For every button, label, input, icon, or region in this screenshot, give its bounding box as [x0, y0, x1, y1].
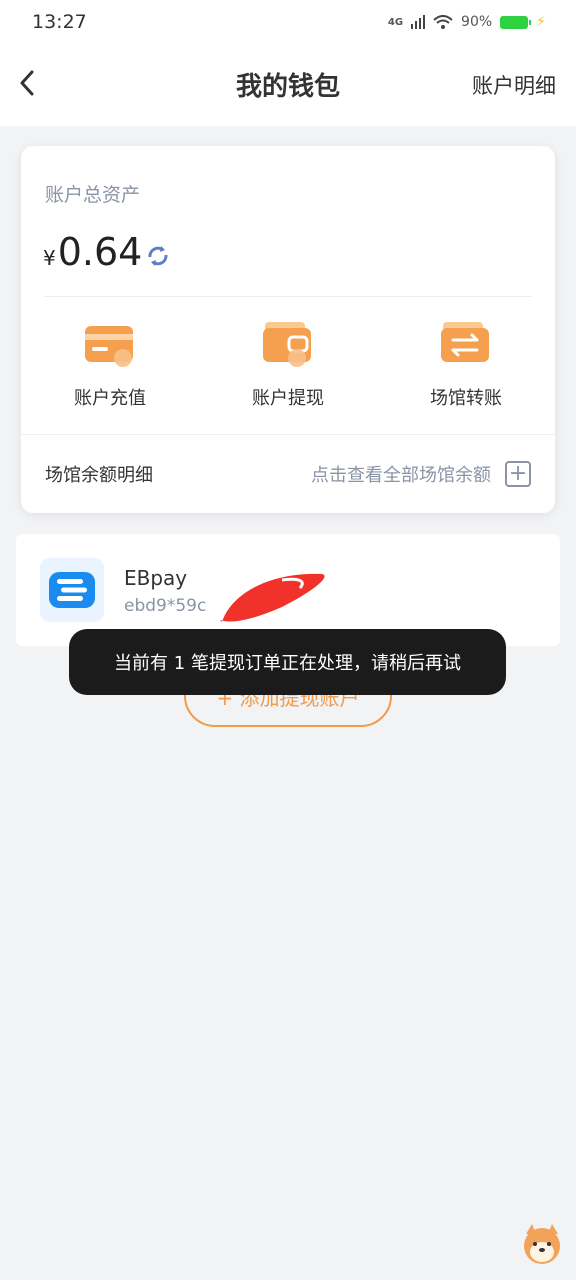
amount-value: 0.64: [57, 230, 143, 274]
account-details-link[interactable]: 账户明细: [472, 70, 556, 100]
status-icons: 4G 90% ⚡: [388, 14, 546, 30]
recharge-label: 账户充值: [74, 388, 146, 409]
currency-symbol: ¥: [43, 246, 56, 270]
plus-icon[interactable]: +: [505, 461, 531, 487]
wallet-actions: 账户充值 账户提现 场馆转账: [21, 318, 555, 418]
nav-bar: 我的钱包 账户明细: [0, 44, 576, 126]
venue-balance-label: 场馆余额明细: [45, 465, 153, 486]
charging-icon: ⚡: [536, 14, 546, 30]
wallet-card: 账户总资产 ¥ 0.64 账户充值 账户提现 场馆转账 场馆余额明细 点击查看全…: [21, 146, 555, 513]
ebpay-logo: [40, 558, 104, 622]
transfer-icon: [441, 322, 489, 362]
transfer-label: 场馆转账: [430, 388, 502, 409]
card-icon: [85, 326, 133, 367]
total-assets-amount: ¥ 0.64: [43, 230, 142, 274]
transfer-button[interactable]: 场馆转账: [377, 318, 555, 418]
battery-icon: [500, 15, 532, 29]
total-assets-label: 账户总资产: [45, 184, 141, 206]
mascot-icon: [524, 1224, 560, 1264]
withdraw-button[interactable]: 账户提现: [199, 318, 377, 418]
signal-icon: [411, 15, 426, 29]
recharge-button[interactable]: 账户充值: [21, 318, 199, 418]
wifi-icon: [433, 15, 453, 29]
refresh-icon[interactable]: [145, 243, 171, 269]
account-id: ebd9*59c: [124, 596, 207, 616]
venue-balance-row: 场馆余额明细 点击查看全部场馆余额 +: [21, 435, 555, 513]
redaction-scribble: [220, 573, 325, 622]
status-time: 13:27: [32, 11, 87, 33]
battery-percent: 90%: [461, 14, 493, 30]
network-indicator: 4G: [387, 16, 404, 28]
ebpay-logo-icon: [49, 572, 95, 608]
toast-message: 当前有 1 笔提现订单正在处理，请稍后再试: [69, 629, 506, 695]
view-all-venues-link[interactable]: 点击查看全部场馆余额 +: [311, 461, 531, 487]
status-bar: 13:27 4G 90% ⚡: [0, 0, 576, 44]
account-name: EBpay: [124, 566, 188, 590]
wallet-icon: [263, 322, 311, 367]
view-all-venues-text: 点击查看全部场馆余额: [311, 465, 491, 486]
withdraw-label: 账户提现: [252, 388, 324, 409]
divider: [45, 296, 531, 297]
